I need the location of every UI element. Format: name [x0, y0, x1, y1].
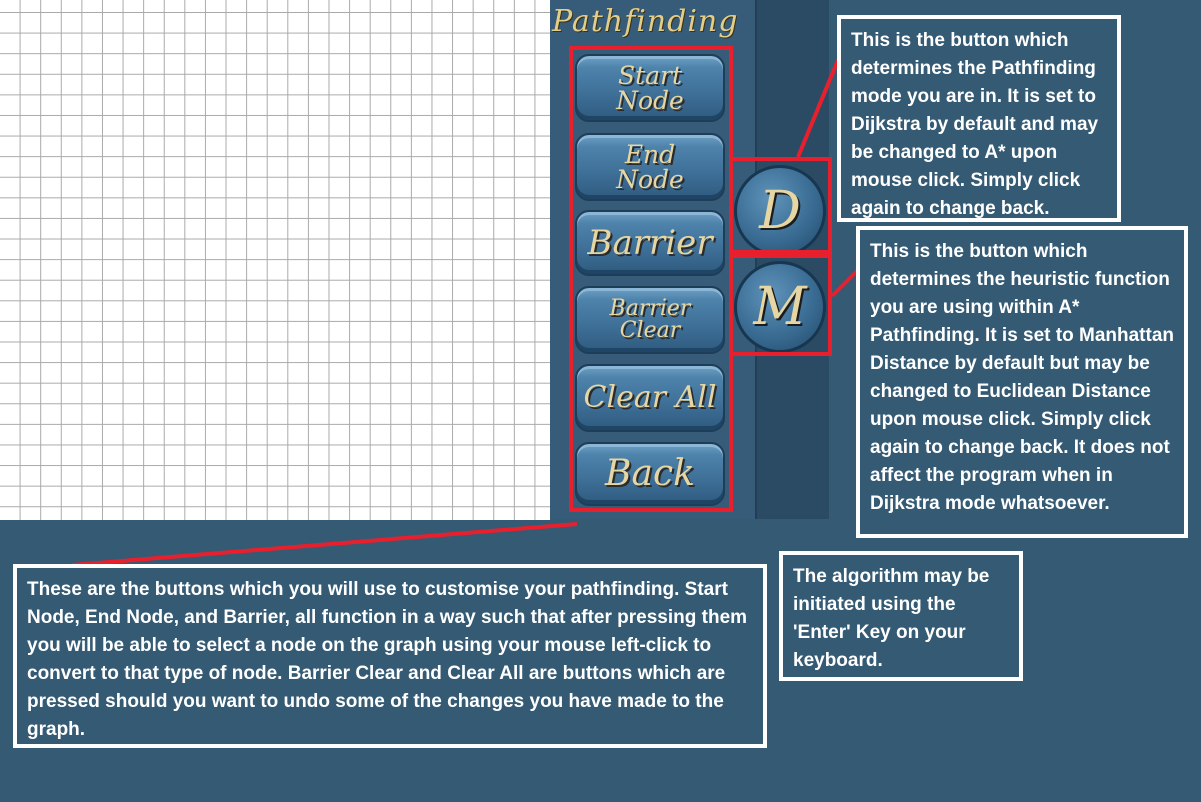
mode-callout-line — [796, 59, 840, 158]
mode-annotation: This is the button which determines the … — [837, 15, 1121, 222]
enter-annotation: The algorithm may be initiated using the… — [779, 551, 1023, 681]
heuristic-annotation: This is the button which determines the … — [856, 226, 1188, 538]
buttons-annotation: These are the buttons which you will use… — [13, 564, 767, 748]
buttons-callout-line — [71, 522, 578, 567]
